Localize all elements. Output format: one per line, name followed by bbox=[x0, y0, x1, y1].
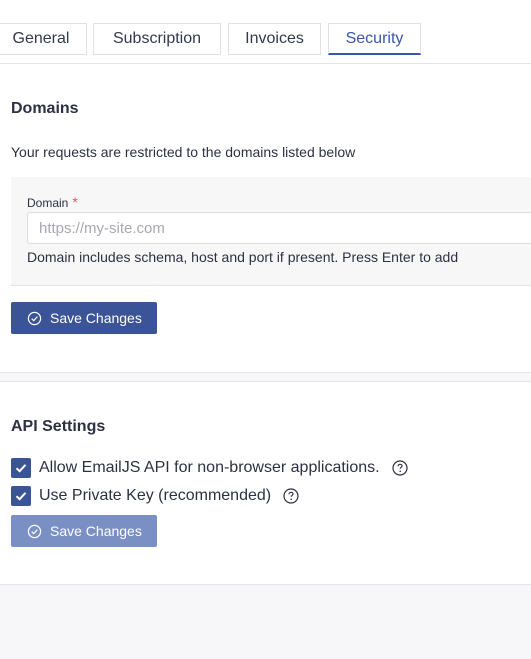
check-circle-icon bbox=[27, 524, 42, 538]
domains-card: Domains Your requests are restricted to … bbox=[0, 64, 531, 373]
checkmark-icon bbox=[15, 492, 27, 501]
api-settings-save-button[interactable]: Save Changes bbox=[11, 515, 157, 547]
tab-general[interactable]: General bbox=[0, 23, 87, 55]
tab-invoices[interactable]: Invoices bbox=[228, 23, 321, 55]
domain-input[interactable] bbox=[27, 212, 531, 244]
api-settings-title: API Settings bbox=[11, 418, 106, 435]
domain-hint: Domain includes schema, host and port if… bbox=[27, 249, 459, 265]
private-key-label: Use Private Key (recommended) bbox=[39, 487, 272, 504]
allow-api-label: Allow EmailJS API for non-browser applic… bbox=[39, 459, 380, 476]
private-key-option: Use Private Key (recommended) bbox=[11, 486, 299, 506]
tab-security[interactable]: Security bbox=[328, 23, 421, 55]
private-key-checkbox[interactable] bbox=[11, 486, 31, 506]
api-settings-card: API Settings Allow EmailJS API for non-b… bbox=[0, 381, 531, 585]
allow-api-checkbox[interactable] bbox=[11, 458, 31, 478]
save-button-label: Save Changes bbox=[50, 523, 142, 539]
domains-save-button[interactable]: Save Changes bbox=[11, 302, 157, 334]
allow-api-option: Allow EmailJS API for non-browser applic… bbox=[11, 458, 408, 478]
tab-subscription[interactable]: Subscription bbox=[93, 23, 221, 55]
domains-title: Domains bbox=[11, 100, 79, 117]
required-indicator: * bbox=[72, 194, 78, 210]
security-settings-page: General Subscription Invoices Security D… bbox=[0, 0, 531, 659]
domain-field-group: Domain* Domain includes schema, host and… bbox=[11, 177, 531, 286]
save-button-label: Save Changes bbox=[50, 310, 142, 326]
help-icon[interactable] bbox=[283, 488, 299, 504]
tab-bar: General Subscription Invoices Security bbox=[0, 0, 531, 64]
checkmark-icon bbox=[15, 464, 27, 473]
domain-field-label: Domain * bbox=[27, 194, 78, 210]
domains-description: Your requests are restricted to the doma… bbox=[11, 144, 356, 160]
check-circle-icon bbox=[27, 311, 42, 325]
help-icon[interactable] bbox=[391, 460, 408, 476]
